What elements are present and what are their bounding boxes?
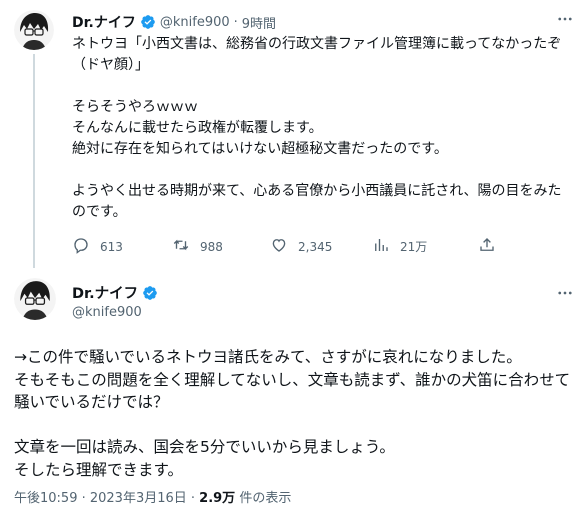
- author-handle[interactable]: @knife900: [72, 305, 142, 320]
- view-label: 件の表示: [235, 491, 292, 506]
- reply-tweet-header: Dr.ナイフ @knife900 · 9時間: [72, 12, 276, 32]
- avatar[interactable]: [14, 10, 54, 50]
- reply-icon: [72, 236, 90, 257]
- views-chart-icon: [372, 236, 390, 257]
- author-name[interactable]: Dr.ナイフ: [72, 12, 136, 32]
- verified-badge-icon: [140, 14, 156, 30]
- reply-count: 613: [100, 239, 123, 254]
- like-button[interactable]: 2,345: [270, 236, 332, 257]
- author-handle[interactable]: @knife900: [160, 15, 230, 30]
- retweet-button[interactable]: 988: [172, 236, 223, 257]
- author-name[interactable]: Dr.ナイフ: [72, 282, 138, 303]
- like-count: 2,345: [298, 239, 333, 254]
- retweet-icon: [172, 236, 190, 257]
- view-count: 2.9万: [199, 491, 236, 506]
- retweet-count: 988: [200, 239, 223, 254]
- avatar-illustration: [14, 278, 56, 320]
- reply-tweet-actions: 613 988 2,345 21万: [72, 236, 502, 256]
- thread-line: [33, 54, 35, 268]
- verified-badge-icon: [142, 285, 158, 301]
- more-options-icon[interactable]: [556, 284, 576, 304]
- reply-button[interactable]: 613: [72, 236, 123, 257]
- main-tweet-text: →この件で騒いでいるネトウヨ諸氏をみて、さすがに哀れになりました。 そもそもこの…: [14, 348, 571, 479]
- main-tweet-author: Dr.ナイフ: [72, 282, 158, 303]
- avatar-illustration: [14, 10, 54, 50]
- views-button[interactable]: 21万: [372, 236, 427, 257]
- more-options-icon[interactable]: [556, 10, 576, 30]
- views-count: 21万: [400, 240, 428, 254]
- heart-icon: [270, 236, 288, 257]
- reply-tweet-text: ネトウヨ「小西文書は、総務省の行政文書ファイル管理簿に載ってなかったぞ（ドヤ顔）…: [72, 36, 562, 220]
- tweet-meta: 午後10:59 · 2023年3月16日 · 2.9万 件の表示: [14, 487, 291, 506]
- share-icon: [478, 236, 496, 257]
- time-ago[interactable]: 9時間: [242, 13, 276, 32]
- tweet-timestamp[interactable]: 午後10:59 · 2023年3月16日 ·: [14, 491, 199, 506]
- share-button[interactable]: [478, 236, 496, 257]
- header-separator: ·: [233, 14, 238, 30]
- avatar[interactable]: [14, 278, 56, 320]
